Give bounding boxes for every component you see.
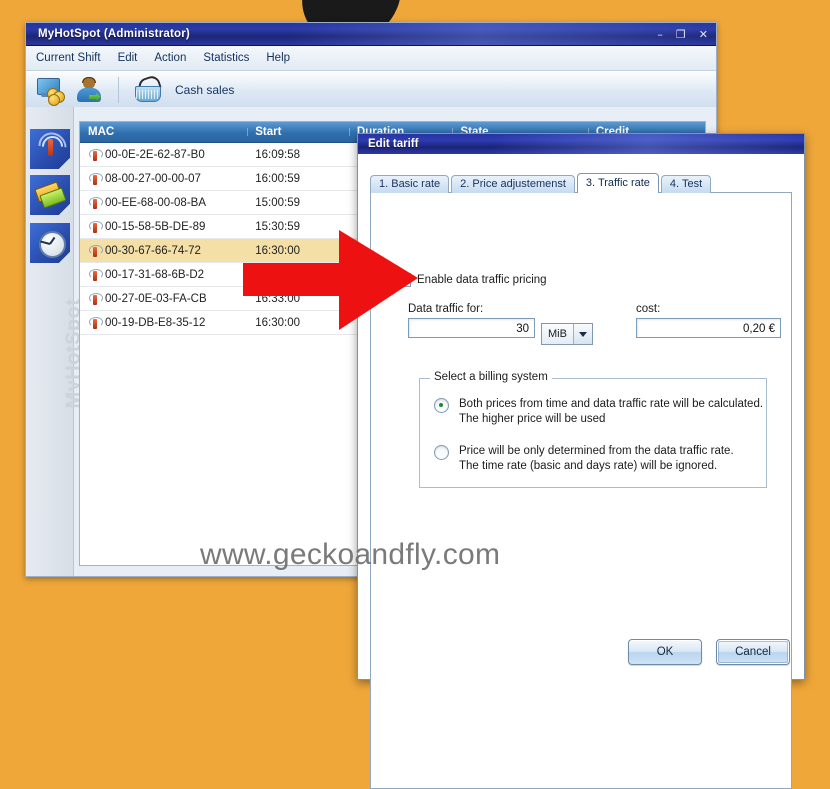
cell-mac: 00-30-67-66-74-72 <box>80 244 247 257</box>
watermark-text: www.geckoandfly.com <box>200 538 501 571</box>
toolbar: Cash sales <box>26 71 716 110</box>
data-traffic-field-group: Data traffic for: 30 MiB <box>408 303 593 345</box>
ok-button[interactable]: OK <box>628 639 702 665</box>
mac-address-text: 00-EE-68-00-08-BA <box>105 196 206 209</box>
cell-mac: 00-27-0E-03-FA-CB <box>80 292 247 305</box>
cell-mac: 00-17-31-68-6B-D2 <box>80 268 247 281</box>
mac-address-text: 00-19-DB-E8-35-12 <box>105 316 206 329</box>
person-icon[interactable] <box>74 76 104 104</box>
wifi-antenna-icon <box>88 244 103 257</box>
dialog-title: Edit tariff <box>368 138 419 150</box>
enable-data-traffic-pricing-row[interactable]: Enable data traffic pricing <box>397 273 547 287</box>
sidebar-item-hotspot[interactable] <box>30 126 73 169</box>
column-header-mac[interactable]: MAC <box>80 126 247 138</box>
billing-option-1-label: Both prices from time and data traffic r… <box>459 397 763 426</box>
mac-address-text: 00-0E-2E-62-87-B0 <box>105 148 205 161</box>
tabstrip: 1. Basic rate 2. Price adjustemenst 3. T… <box>370 173 792 193</box>
column-header-start[interactable]: Start <box>247 126 349 138</box>
cell-start: 16:09:58 <box>255 148 300 161</box>
menu-action[interactable]: Action <box>154 52 186 64</box>
billing-system-groupbox: Select a billing system Both prices from… <box>419 371 767 488</box>
menu-edit[interactable]: Edit <box>118 52 138 64</box>
clock-icon <box>39 231 66 258</box>
enable-data-traffic-pricing-label: Enable data traffic pricing <box>417 274 547 286</box>
cell-start: 16:30:00 <box>255 316 300 329</box>
tab-basic-rate[interactable]: 1. Basic rate <box>370 175 450 193</box>
basket-body-shape <box>135 86 161 102</box>
billing-option-1-line2: The higher price will be used <box>459 412 606 425</box>
cell-start: 16:30:00 <box>255 244 300 257</box>
cost-field-group: cost: 0,20 € <box>636 303 781 338</box>
mac-address-text: 00-30-67-66-74-72 <box>105 244 201 257</box>
billing-option-both-prices[interactable]: Both prices from time and data traffic r… <box>434 397 763 426</box>
cell-mac: 00-0E-2E-62-87-B0 <box>80 148 247 161</box>
tab-traffic-rate[interactable]: 3. Traffic rate <box>576 173 659 193</box>
wifi-antenna-icon <box>88 196 103 209</box>
data-traffic-input[interactable]: 30 <box>408 318 535 338</box>
chevron-down-icon[interactable] <box>572 324 592 344</box>
dialog-titlebar: Edit tariff <box>358 134 804 155</box>
cell-start: 16:33:00 <box>255 292 300 305</box>
main-window-titlebar: MyHotSpot (Administrator) – ❐ ✕ <box>26 23 716 46</box>
cash-sales-button[interactable]: Cash sales <box>175 83 234 97</box>
window-controls: – ❐ ✕ <box>657 23 708 45</box>
mac-address-text: 00-17-31-68-6B-D2 <box>105 268 205 281</box>
cell-start: 16:00:59 <box>255 172 300 185</box>
edit-tariff-dialog: Edit tariff 1. Basic rate 2. Price adjus… <box>357 133 805 789</box>
menu-current-shift[interactable]: Current Shift <box>36 52 101 64</box>
coin-shape-3 <box>48 94 60 106</box>
cell-mac: 08-00-27-00-00-07 <box>80 172 247 185</box>
enable-data-traffic-pricing-checkbox[interactable] <box>397 273 411 287</box>
dialog-content: 1. Basic rate 2. Price adjustemenst 3. T… <box>358 154 804 789</box>
mac-address-text: 00-15-58-5B-DE-89 <box>105 220 206 233</box>
cost-input[interactable]: 0,20 € <box>636 318 781 338</box>
cancel-button[interactable]: Cancel <box>716 639 790 665</box>
maximize-icon[interactable]: ❐ <box>676 29 686 40</box>
billing-option-2-line2: The time rate (basic and days rate) will… <box>459 459 718 472</box>
close-icon[interactable]: ✕ <box>699 29 708 40</box>
billing-option-2-line1: Price will be only determined from the d… <box>459 445 734 457</box>
monitor-coins-icon[interactable] <box>36 76 66 106</box>
wifi-antenna-icon <box>88 220 103 233</box>
sidebar-item-time[interactable] <box>30 223 70 263</box>
cost-label: cost: <box>636 303 661 315</box>
shopping-basket-icon[interactable] <box>133 73 163 104</box>
wifi-antenna-icon <box>88 316 103 329</box>
cell-start: 15:00:59 <box>255 196 300 209</box>
cell-mac: 00-15-58-5B-DE-89 <box>80 220 247 233</box>
menu-help[interactable]: Help <box>266 52 290 64</box>
cell-mac: 00-EE-68-00-08-BA <box>80 196 247 209</box>
mac-address-text: 08-00-27-00-00-07 <box>105 172 201 185</box>
wifi-antenna-icon <box>88 148 103 161</box>
main-window-title: MyHotSpot (Administrator) <box>38 28 190 40</box>
billing-option-1-line1: Both prices from time and data traffic r… <box>459 398 764 410</box>
sidebar: MyHotSpot <box>26 107 85 576</box>
tab-panel-traffic-rate: Enable data traffic pricing Data traffic… <box>370 192 792 789</box>
wifi-antenna-icon <box>88 292 103 305</box>
sidebar-item-tickets[interactable] <box>30 175 70 215</box>
gecko-silhouette-head <box>342 0 400 24</box>
tab-test[interactable]: 4. Test <box>660 175 712 193</box>
billing-system-legend: Select a billing system <box>430 371 552 383</box>
data-traffic-label: Data traffic for: <box>408 303 484 315</box>
billing-option-traffic-only[interactable]: Price will be only determined from the d… <box>434 444 734 473</box>
dialog-buttons: OK Cancel <box>628 639 790 665</box>
minimize-icon[interactable]: – <box>657 29 663 40</box>
wifi-antenna-icon <box>88 172 103 185</box>
wifi-antenna-icon <box>88 268 103 281</box>
cell-start: 15:30:59 <box>255 220 300 233</box>
billing-option-2-radio[interactable] <box>434 445 449 460</box>
menu-statistics[interactable]: Statistics <box>203 52 249 64</box>
cell-mac: 00-19-DB-E8-35-12 <box>80 316 247 329</box>
data-traffic-unit-value: MiB <box>548 328 567 340</box>
tab-price-adjustments[interactable]: 2. Price adjustemenst <box>451 175 575 193</box>
mac-address-text: 00-27-0E-03-FA-CB <box>105 292 207 305</box>
wifi-antenna-icon <box>48 139 53 156</box>
menubar: Current Shift Edit Action Statistics Hel… <box>26 46 716 71</box>
data-traffic-unit-select[interactable]: MiB <box>541 323 593 345</box>
billing-option-2-label: Price will be only determined from the d… <box>459 444 734 473</box>
toolbar-separator <box>118 77 119 103</box>
billing-option-1-radio[interactable] <box>434 398 449 413</box>
